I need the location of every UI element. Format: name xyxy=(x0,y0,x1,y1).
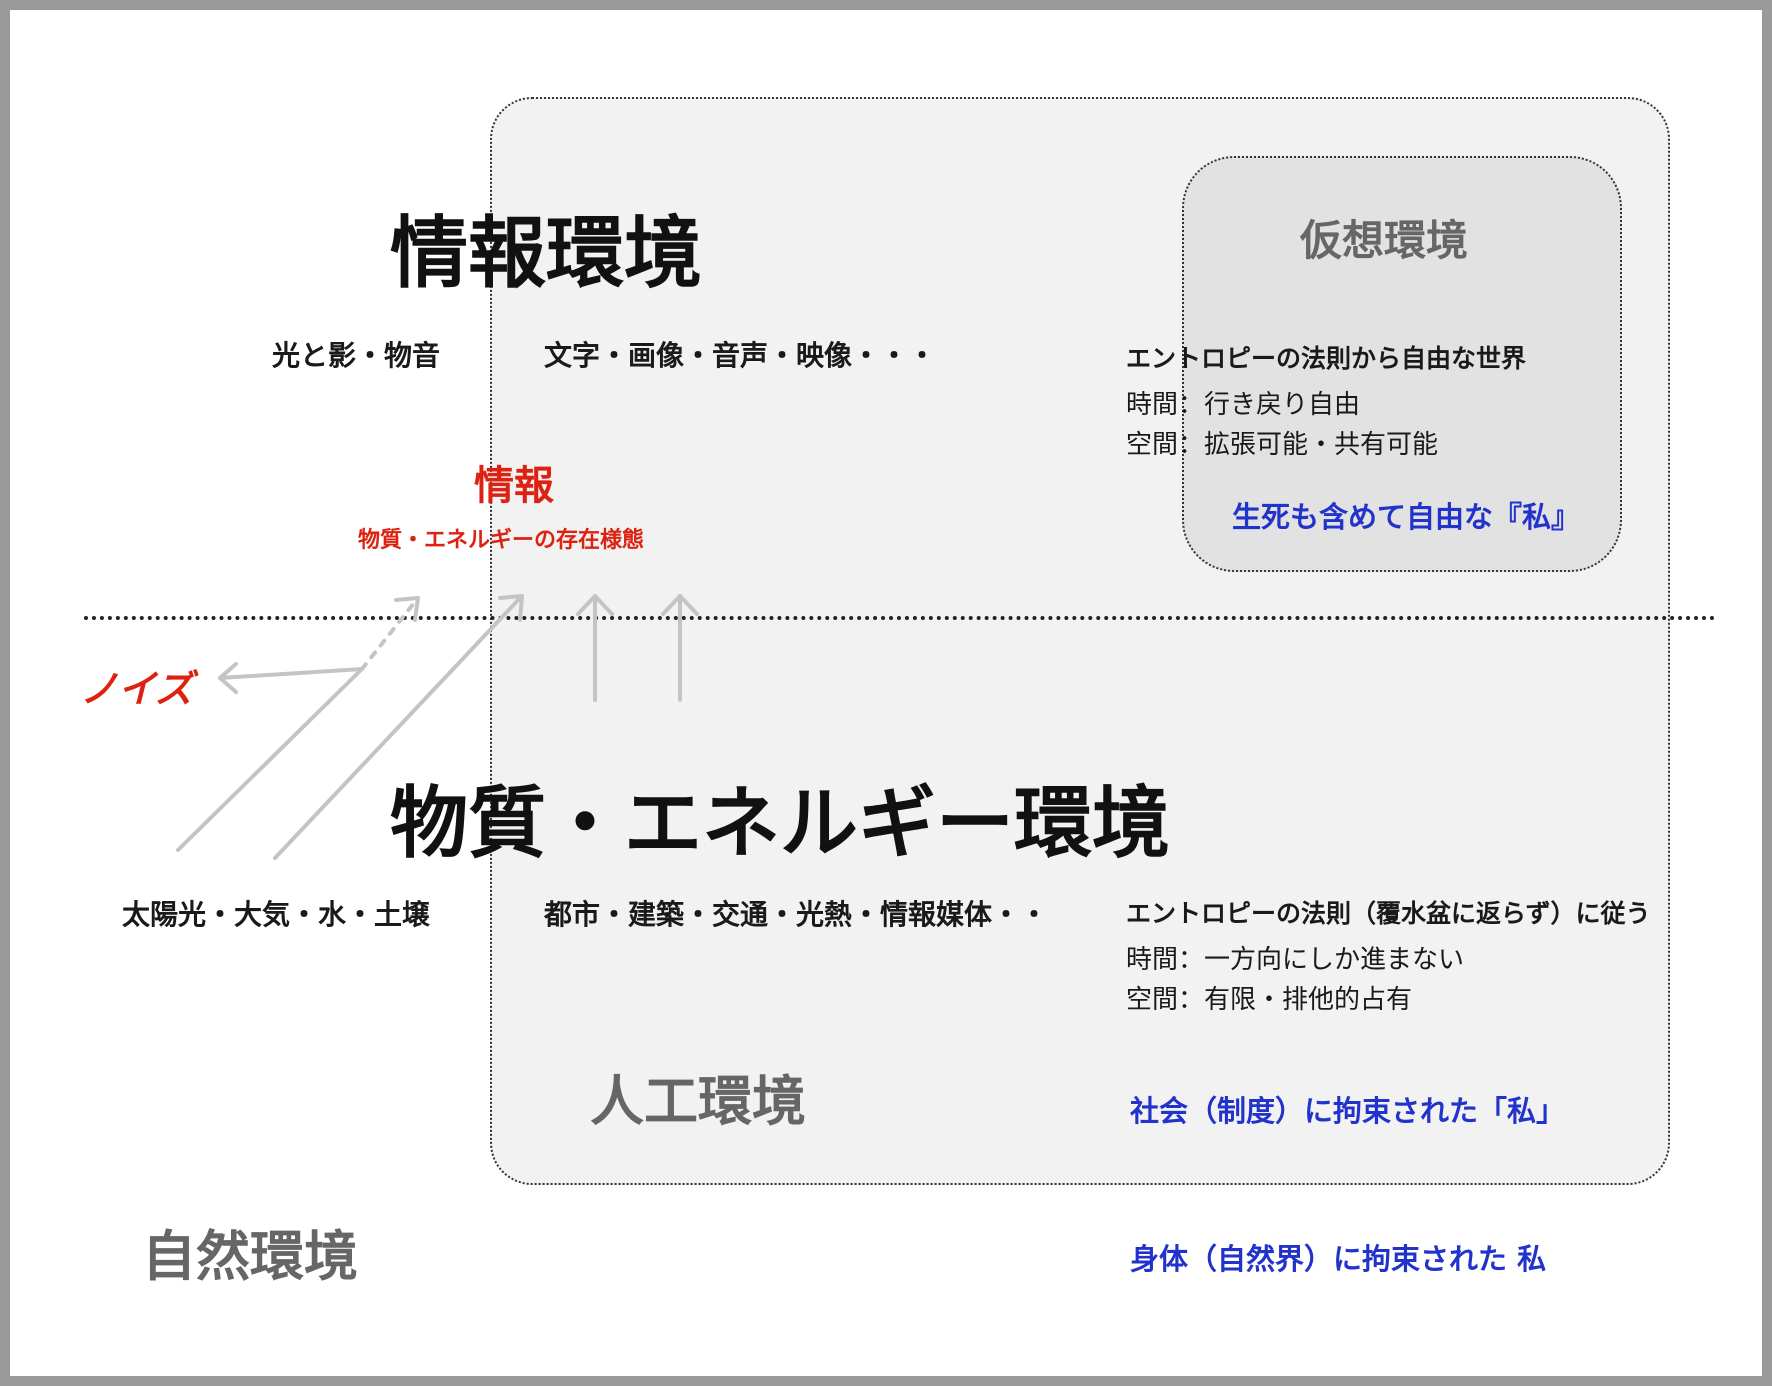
matter-env-self: 社会（制度）に拘束された「私」 xyxy=(1130,1094,1566,1128)
info-env-time: 時間：行き戻り自由 xyxy=(1126,390,1361,420)
matter-env-middle-items: 都市・建築・交通・光熱・情報媒体・・ xyxy=(544,898,1049,931)
matter-env-time: 時間：一方向にしか進まない xyxy=(1126,945,1465,975)
arrows-layer xyxy=(176,594,699,860)
artificial-env-title: 人工環境 xyxy=(590,1070,806,1133)
noise-label: ノイズ xyxy=(80,667,193,711)
info-env-self: 生死も含めて自由な『私』 xyxy=(1232,500,1581,534)
info-env-left-items: 光と影・物音 xyxy=(272,339,441,372)
info-env-middle-items: 文字・画像・音声・映像・・・ xyxy=(544,339,937,372)
natural-env-title: 自然環境 xyxy=(142,1225,358,1288)
arrow-diagonal-noise xyxy=(176,596,420,852)
virtual-env-title: 仮想環境 xyxy=(1300,216,1469,265)
info-label: 情報 xyxy=(474,463,554,509)
arrow-up-2 xyxy=(661,594,699,702)
info-definition: 物質・エネルギーの存在様態 xyxy=(358,528,645,553)
matter-env-title: 物質・エネルギー環境 xyxy=(390,779,1171,869)
info-env-law: エントロピーの法則から自由な世界 xyxy=(1126,344,1527,373)
matter-env-space: 空間：有限・排他的占有 xyxy=(1126,985,1413,1015)
matter-env-left-items: 太陽光・大気・水・土壌 xyxy=(122,898,431,931)
matter-env-law: エントロピーの法則（覆水盆に返らず）に従う xyxy=(1126,899,1651,928)
natural-env-self: 身体（自然界）に拘束された 私 xyxy=(1130,1242,1547,1276)
arrow-up-1 xyxy=(576,594,614,702)
info-env-space: 空間：拡張可能・共有可能 xyxy=(1126,430,1439,460)
info-env-title: 情報環境 xyxy=(390,209,703,299)
